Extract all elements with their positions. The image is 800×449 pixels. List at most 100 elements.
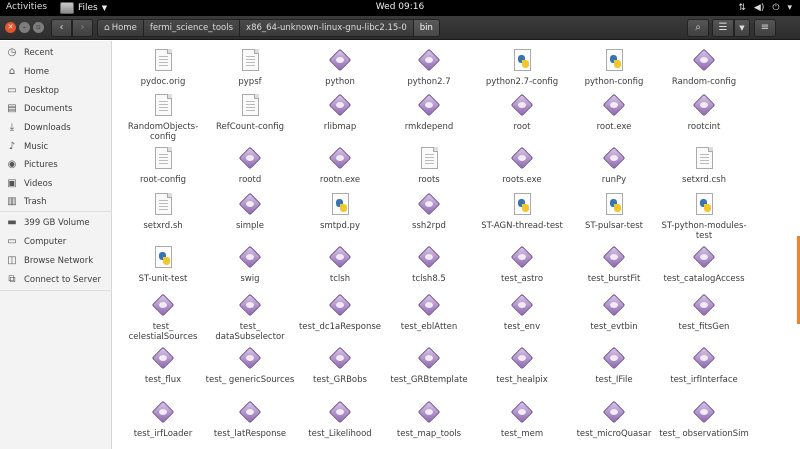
text-document-icon [152,193,174,219]
sidebar-item-documents[interactable]: ▤ Documents [0,100,112,118]
executable-icon [417,245,441,272]
app-name: Files [78,3,98,13]
file-item[interactable]: test_Likelihood [294,400,386,449]
file-item[interactable]: test_ celestialSources [117,293,209,346]
file-item[interactable]: test_burstFit [568,245,660,298]
file-item[interactable]: test_mem [476,400,568,449]
file-item[interactable]: test_IFile [568,346,660,399]
file-item[interactable]: RefCount-config [204,94,296,146]
sidebar-item-music[interactable]: ♪ Music [0,138,112,156]
file-item[interactable]: tclsh8.5 [383,245,475,298]
executable-icon [417,192,441,219]
hamburger-menu-button[interactable]: ≡ [754,19,776,37]
executable-icon [510,346,534,373]
clock-icon: ◷ [7,47,17,58]
sidebar-item-computer[interactable]: ▭ Computer [0,233,112,251]
file-item[interactable]: root-config [117,147,209,199]
maximize-window-button[interactable]: ▫ [33,22,44,33]
network-icon[interactable]: ⇅ [738,1,746,15]
executable-icon [510,245,534,272]
file-item[interactable]: test_catalogAccess [658,245,750,298]
file-item[interactable]: rootd [204,146,296,199]
executable-icon [692,245,716,272]
search-button[interactable]: ⌕ [687,19,709,37]
sidebar-item-pictures[interactable]: ◉ Pictures [0,156,112,174]
executable-icon [417,400,441,427]
file-item[interactable]: rootn.exe [294,146,386,199]
file-name: rmkdepend [404,122,454,132]
file-item[interactable]: ST-python-modules-test [658,193,750,245]
crumb-fermi-science-tools[interactable]: fermi_science_tools [143,19,241,37]
sidebar-item-videos[interactable]: ▣ Videos [0,175,112,193]
file-item[interactable]: ssh2rpd [383,192,475,245]
file-item[interactable]: test_microQuasar [568,400,660,449]
file-item[interactable]: test_ genericSources [204,346,296,399]
sidebar-item-browse-network[interactable]: ◫ Browse Network [0,252,112,270]
app-menu[interactable]: Files ▼ [60,1,107,15]
file-item[interactable]: runPy [568,146,660,199]
file-item[interactable]: roots.exe [476,146,568,199]
caret-down-icon[interactable]: ▾ [787,1,792,15]
executable-icon [151,346,175,373]
file-item[interactable]: test_dc1aResponse [294,293,386,346]
sidebar-item-trash[interactable]: ▥ Trash [0,193,112,211]
file-item[interactable]: rlibmap [294,93,386,146]
file-item[interactable]: test_ observationSim [658,400,750,449]
file-item[interactable]: test_irfLoader [117,400,209,449]
file-item[interactable]: test_healpix [476,346,568,399]
file-item[interactable]: tclsh [294,245,386,298]
file-item[interactable]: smtpd.py [294,193,386,245]
executable-icon [417,293,441,320]
file-grid[interactable]: pydoc.orig pypsf python python2.7 python2.7-… [113,41,800,449]
file-item[interactable]: root.exe [568,93,660,146]
file-item[interactable]: test_eblAtten [383,293,475,346]
file-item[interactable]: roots [383,147,475,199]
file-item[interactable]: simple [204,192,296,245]
file-item[interactable]: test_flux [117,346,209,399]
volume-icon[interactable]: ◀) [754,1,764,15]
file-item[interactable]: setxrd.sh [117,193,209,245]
minimize-window-button[interactable]: – [19,22,30,33]
file-name: simple [235,221,265,231]
sidebar-item-recent[interactable]: ◷ Recent [0,44,112,62]
file-item[interactable]: swig [204,245,296,298]
sidebar-item-connect-to-server[interactable]: ⧉ Connect to Server [0,271,112,289]
sidebar-item-399-gb-volume[interactable]: ▬ 399 GB Volume [0,214,112,232]
file-item[interactable]: root [476,93,568,146]
file-item[interactable]: rmkdepend [383,93,475,146]
file-item[interactable]: test_env [476,293,568,346]
crumb-x86-64-dir[interactable]: x86_64-unknown-linux-gnu-libc2.15-0 [240,19,414,37]
file-name: root [513,122,531,132]
file-item[interactable]: test_ dataSubselector [204,293,296,346]
file-item[interactable]: test_GRBobs [294,346,386,399]
file-item[interactable]: ST-AGN-thread-test [476,193,568,245]
system-tray[interactable]: ⇅ ◀) ⏻ ▾ [738,1,792,15]
crumb-home[interactable]: ⌂ Home [97,19,144,37]
power-icon[interactable]: ⏻ [772,1,779,15]
executable-icon [692,400,716,427]
file-item[interactable]: test_GRBtemplate [383,346,475,399]
clock[interactable]: Wed 09:16 [0,2,800,12]
file-item[interactable]: ST-unit-test [117,246,209,298]
file-item[interactable]: test_fitsGen [658,293,750,346]
back-button[interactable]: ‹ [51,19,72,37]
forward-button[interactable]: › [72,19,93,37]
file-item[interactable]: rootcint [658,93,750,146]
list-view-button[interactable]: ☰ [712,19,734,37]
executable-icon [602,346,626,373]
activities-button[interactable]: Activities [6,2,47,12]
file-item[interactable]: test_evtbin [568,293,660,346]
sidebar-item-home[interactable]: ⌂ Home [0,63,112,81]
file-item[interactable]: ST-pulsar-test [568,193,660,245]
crumb-bin[interactable]: bin [413,19,440,37]
file-item[interactable]: RandomObjects-config [117,94,209,146]
file-item[interactable]: test_astro [476,245,568,298]
file-item[interactable]: test_map_tools [383,400,475,449]
sidebar-item-downloads[interactable]: ⤓ Downloads [0,119,112,137]
file-item[interactable]: test_latResponse [204,400,296,449]
file-item[interactable]: test_irfInterface [658,346,750,399]
file-item[interactable]: setxrd.csh [658,147,750,199]
sidebar-item-desktop[interactable]: ▭ Desktop [0,82,112,100]
view-options-button[interactable]: ▼ [734,19,750,37]
close-window-button[interactable]: ✕ [5,22,16,33]
